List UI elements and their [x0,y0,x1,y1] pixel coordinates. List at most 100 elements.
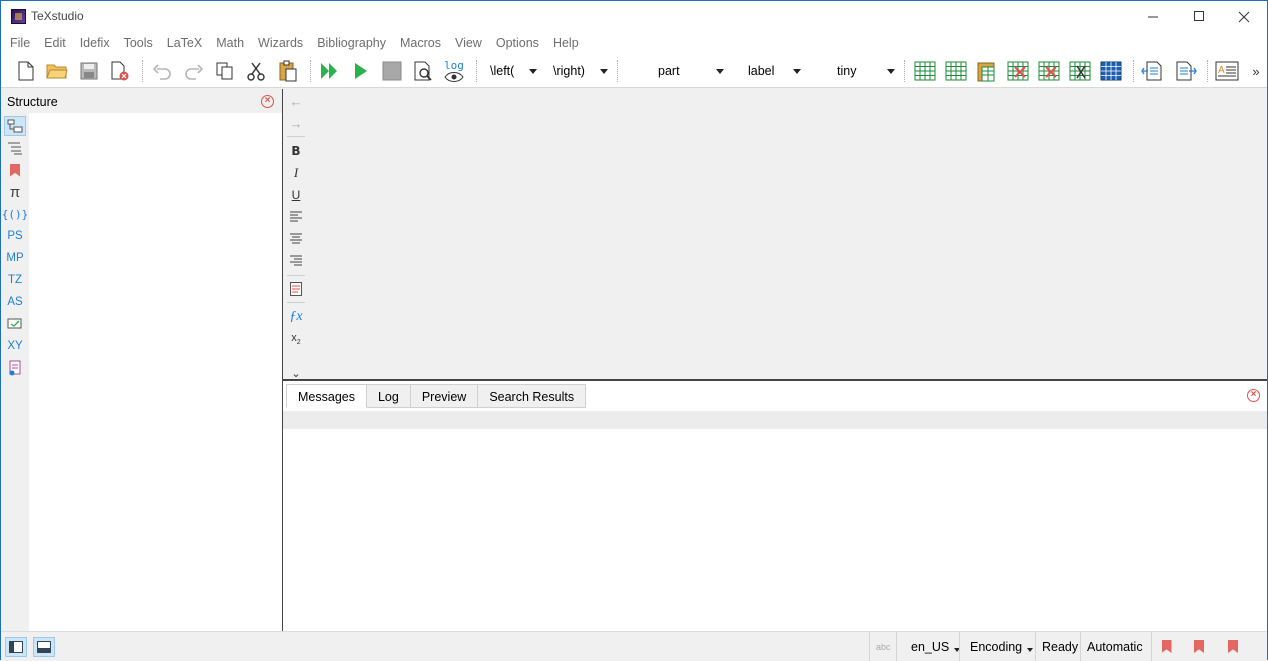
align-left-button[interactable] [285,207,307,227]
side-item-toc[interactable] [4,138,26,158]
toggle-structure-button[interactable] [5,637,27,657]
new-line-button[interactable] [285,279,307,299]
table-cut-column-button[interactable] [1067,58,1093,84]
side-item-as-label: AS [7,296,23,308]
align-center-button[interactable] [285,229,307,249]
redo-button[interactable] [181,58,207,84]
side-item-asymptote[interactable]: AS [4,292,26,312]
close-structure-icon[interactable]: × [261,95,274,108]
table-align-button[interactable] [1098,58,1124,84]
language-select[interactable]: en_US [896,632,961,661]
new-file-button[interactable] [13,58,39,84]
table-add-column-button[interactable] [943,58,969,84]
underline-button[interactable]: U [285,185,307,205]
editor-area[interactable]: ← → B I U ƒx x2 ⌄ [283,89,1267,380]
close-file-button[interactable] [107,58,133,84]
view-log-button[interactable]: log [441,58,467,84]
close-messages-icon[interactable]: × [1247,389,1260,402]
reference-select[interactable]: label [731,60,805,82]
bold-button[interactable]: B [285,141,307,161]
structure-title: Structure [7,95,58,109]
menu-wizards[interactable]: Wizards [251,32,310,54]
menu-tools[interactable]: Tools [117,32,160,54]
copy-button[interactable] [212,58,238,84]
menu-idefix[interactable]: Idefix [73,32,117,54]
new-file-icon [18,61,34,81]
tab-log[interactable]: Log [366,384,411,408]
side-item-tikz[interactable]: TZ [4,270,26,290]
side-item-mp-label: MP [6,252,24,264]
list-tree-icon [8,142,22,155]
menu-math[interactable]: Math [209,32,251,54]
bookmark-button-2[interactable] [1184,632,1214,661]
document-right-icon [1176,61,1197,81]
table-remove-row-button[interactable] [1005,58,1031,84]
save-button[interactable] [76,58,102,84]
structure-side-strip: π {()} PS MP TZ AS XY [1,113,29,631]
side-item-pstricks[interactable]: PS [4,226,26,246]
table-paste-icon [977,62,995,82]
toolbar-overflow-button[interactable]: » [1249,58,1263,84]
function-icon: ƒx [289,309,303,324]
spellcheck-button[interactable]: abc [869,632,895,661]
undo-icon [152,64,171,80]
toggle-messages-button[interactable] [33,637,55,657]
paste-icon [279,60,297,82]
subscript-button[interactable]: x2 [285,329,307,349]
tab-preview[interactable]: Preview [410,384,479,408]
table-paste-column-button[interactable] [974,58,1000,84]
side-item-xypic[interactable]: XY [4,336,26,356]
side-item-scripts[interactable] [4,358,26,378]
italic-button[interactable]: I [285,163,307,183]
menu-view[interactable]: View [448,32,489,54]
menu-help[interactable]: Help [546,32,586,54]
menu-macros[interactable]: Macros [393,32,448,54]
left-delimiter-select[interactable]: \left( [481,60,541,82]
encoding-select[interactable]: Encoding [959,632,1034,661]
insert-table-button[interactable] [912,58,938,84]
menu-file[interactable]: File [3,32,37,54]
menu-bibliography[interactable]: Bibliography [310,32,393,54]
maximize-button[interactable] [1176,1,1222,32]
bookmark-button-1[interactable] [1151,632,1181,661]
side-item-math[interactable]: π [4,182,26,202]
align-right-button[interactable] [285,251,307,271]
compile-button[interactable] [348,58,374,84]
encoding-value: Encoding [970,639,1023,654]
undo-button[interactable] [149,58,175,84]
indent-right-button[interactable] [1173,58,1199,84]
left-delimiter-value: \left( [490,64,515,78]
side-item-metapost[interactable]: MP [4,248,26,268]
forward-button[interactable]: → [285,113,307,133]
cut-button[interactable] [243,58,269,84]
texstudio-window: TeXstudio File Edit Idefix Tools LaTeX M… [0,0,1268,661]
stop-button[interactable] [379,58,405,84]
text-frame-button[interactable]: A [1214,58,1240,84]
build-and-view-button[interactable] [316,58,342,84]
menu-edit[interactable]: Edit [37,32,73,54]
close-window-button[interactable] [1221,1,1267,32]
side-item-tz-label: TZ [7,274,23,286]
font-size-select[interactable]: tiny [809,60,899,82]
structure-panel: Structure × π {()} PS MP TZ AS XY [1,89,282,631]
side-item-beamer[interactable] [4,314,26,334]
math-mode-button[interactable]: ƒx [285,307,307,327]
minimize-button[interactable] [1130,1,1176,32]
side-item-bookmarks[interactable] [4,160,26,180]
table-cut-icon [1069,61,1091,81]
tab-messages[interactable]: Messages [286,384,367,408]
right-delimiter-select[interactable]: \right) [544,60,612,82]
side-item-symbols[interactable]: {()} [2,204,29,224]
section-select[interactable]: part [623,60,728,82]
side-item-structure[interactable] [4,116,26,136]
table-remove-column-button[interactable] [1036,58,1062,84]
back-button[interactable]: ← [285,91,307,111]
view-pdf-button[interactable] [410,58,436,84]
menu-latex[interactable]: LaTeX [160,32,209,54]
tab-search-results[interactable]: Search Results [478,384,587,408]
open-file-button[interactable] [44,58,70,84]
bookmark-button-3[interactable] [1218,632,1248,661]
menu-options[interactable]: Options [489,32,546,54]
indent-left-button[interactable] [1139,58,1165,84]
paste-button[interactable] [275,58,301,84]
